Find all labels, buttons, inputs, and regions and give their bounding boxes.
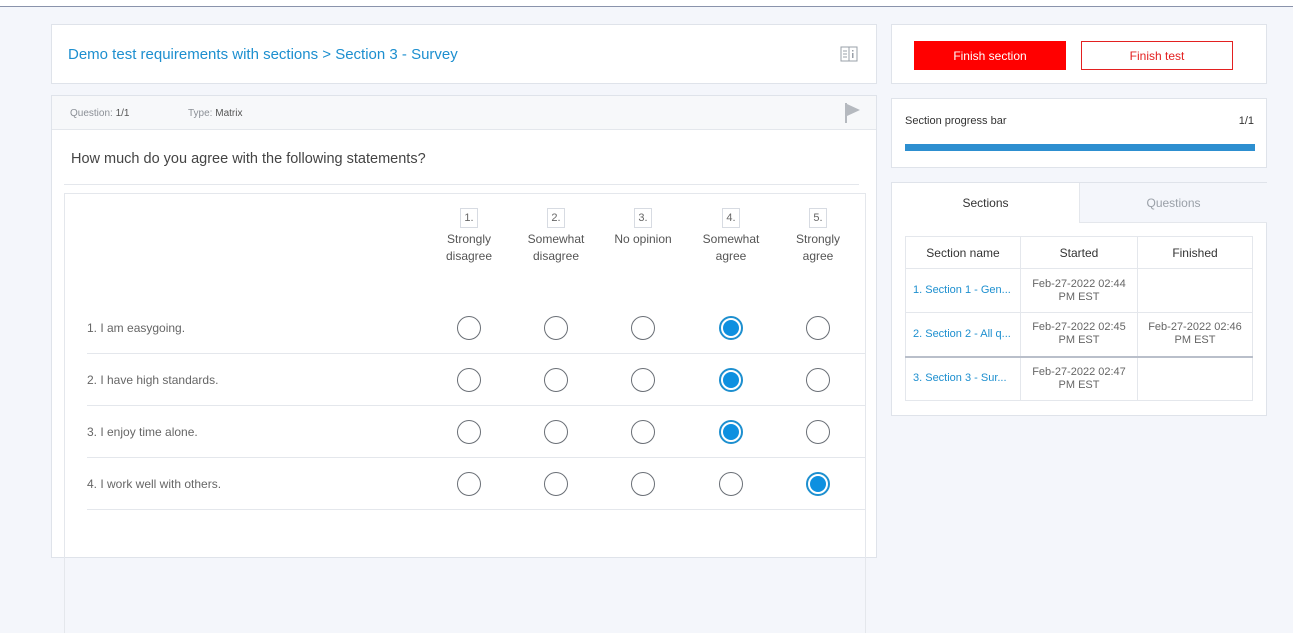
radio-option-4[interactable] bbox=[719, 316, 743, 340]
radio-option-1[interactable] bbox=[457, 472, 481, 496]
cell-started: Feb-27-2022 02:44 PM EST bbox=[1020, 268, 1138, 313]
column-header-section-name: Section name bbox=[905, 236, 1021, 269]
statement-label: 4. I work well with others. bbox=[87, 477, 222, 491]
column-label: No opinion bbox=[614, 232, 672, 246]
question-number: Question: 1/1 bbox=[70, 108, 130, 119]
matrix-row: 4. I work well with others. bbox=[87, 458, 865, 510]
progress-fill bbox=[905, 144, 1255, 151]
section-progress: Section progress bar 1/1 bbox=[891, 98, 1267, 168]
radio-option-4[interactable] bbox=[719, 472, 743, 496]
radio-option-2[interactable] bbox=[544, 316, 568, 340]
radio-option-2[interactable] bbox=[544, 368, 568, 392]
radio-option-5[interactable] bbox=[806, 472, 830, 496]
matrix-row: 3. I enjoy time alone. bbox=[87, 406, 865, 458]
column-label: Strongly disagree bbox=[445, 232, 493, 263]
question-meta: Question: 1/1 Type: Matrix bbox=[52, 96, 876, 130]
column-header-2: 2. Somewhat disagree bbox=[512, 208, 600, 265]
radio-option-1[interactable] bbox=[457, 316, 481, 340]
column-header-3: 3. No opinion bbox=[599, 208, 687, 248]
matrix-table[interactable]: 1. Strongly disagree 2. Somewhat disagree 3.… bbox=[64, 193, 866, 633]
statement-label: 2. I have high standards. bbox=[87, 373, 219, 387]
statement-label: 1. I am easygoing. bbox=[87, 321, 186, 335]
column-label: Somewhat disagree bbox=[527, 232, 585, 263]
radio-option-1[interactable] bbox=[457, 420, 481, 444]
radio-option-1[interactable] bbox=[457, 368, 481, 392]
progress-label: Section progress bar bbox=[905, 115, 1007, 127]
matrix-row: 2. I have high standards. bbox=[87, 354, 865, 406]
question-card: Question: 1/1 Type: Matrix How much do y… bbox=[51, 95, 877, 633]
divider bbox=[64, 184, 859, 185]
radio-option-5[interactable] bbox=[806, 368, 830, 392]
radio-option-3[interactable] bbox=[631, 316, 655, 340]
column-number: 1. bbox=[460, 208, 478, 228]
statement-label: 3. I enjoy time alone. bbox=[87, 425, 198, 439]
table-row[interactable]: 3. Section 3 - Sur... Feb-27-2022 02:47 P… bbox=[905, 356, 1253, 401]
radio-option-2[interactable] bbox=[544, 472, 568, 496]
radio-option-2[interactable] bbox=[544, 420, 568, 444]
progress-bar bbox=[905, 144, 1255, 151]
column-header-finished: Finished bbox=[1137, 236, 1253, 269]
question-text: How much do you agree with the following… bbox=[71, 151, 426, 167]
cell-started: Feb-27-2022 02:47 PM EST bbox=[1020, 356, 1138, 401]
radio-option-3[interactable] bbox=[631, 368, 655, 392]
breadcrumb[interactable]: Demo test requirements with sections > S… bbox=[68, 46, 458, 63]
column-header-started: Started bbox=[1020, 236, 1138, 269]
section-link[interactable]: 1. Section 1 - Gen... bbox=[905, 268, 1021, 313]
cell-started: Feb-27-2022 02:45 PM EST bbox=[1020, 312, 1138, 358]
sections-table: Section name Started Finished 1. Section… bbox=[905, 236, 1253, 401]
action-bar: Finish section Finish test bbox=[891, 24, 1267, 84]
sections-panel: Sections Questions Section name Started … bbox=[891, 182, 1267, 416]
section-link[interactable]: 3. Section 3 - Sur... bbox=[905, 356, 1021, 401]
column-header-5: 5. Strongly agree bbox=[774, 208, 862, 265]
table-row[interactable]: 1. Section 1 - Gen... Feb-27-2022 02:44 P… bbox=[905, 268, 1253, 313]
finish-test-button[interactable]: Finish test bbox=[1081, 41, 1233, 70]
radio-option-5[interactable] bbox=[806, 316, 830, 340]
table-row[interactable]: 2. Section 2 - All q... Feb-27-2022 02:45… bbox=[905, 312, 1253, 358]
column-number: 4. bbox=[722, 208, 740, 228]
cell-finished bbox=[1137, 356, 1253, 401]
column-header-4: 4. Somewhat agree bbox=[687, 208, 775, 265]
tab-questions[interactable]: Questions bbox=[1079, 183, 1267, 223]
matrix-row: 1. I am easygoing. bbox=[87, 302, 865, 354]
top-bar bbox=[0, 0, 1293, 7]
radio-option-4[interactable] bbox=[719, 368, 743, 392]
radio-option-3[interactable] bbox=[631, 420, 655, 444]
column-label: Somewhat agree bbox=[702, 232, 760, 263]
column-number: 2. bbox=[547, 208, 565, 228]
column-number: 3. bbox=[634, 208, 652, 228]
question-type: Type: Matrix bbox=[188, 108, 243, 119]
breadcrumb-header: Demo test requirements with sections > S… bbox=[51, 24, 877, 84]
progress-count: 1/1 bbox=[1238, 115, 1254, 127]
book-info-icon[interactable] bbox=[840, 45, 858, 63]
radio-option-5[interactable] bbox=[806, 420, 830, 444]
radio-option-4[interactable] bbox=[719, 420, 743, 444]
section-link[interactable]: 2. Section 2 - All q... bbox=[905, 312, 1021, 358]
column-header-1: 1. Strongly disagree bbox=[425, 208, 513, 265]
flag-icon[interactable] bbox=[844, 102, 862, 124]
cell-finished: Feb-27-2022 02:46 PM EST bbox=[1137, 312, 1253, 358]
radio-option-3[interactable] bbox=[631, 472, 655, 496]
finish-section-button[interactable]: Finish section bbox=[914, 41, 1066, 70]
tab-sections[interactable]: Sections bbox=[892, 183, 1079, 223]
column-number: 5. bbox=[809, 208, 827, 228]
column-label: Strongly agree bbox=[795, 232, 841, 263]
cell-finished bbox=[1137, 268, 1253, 313]
